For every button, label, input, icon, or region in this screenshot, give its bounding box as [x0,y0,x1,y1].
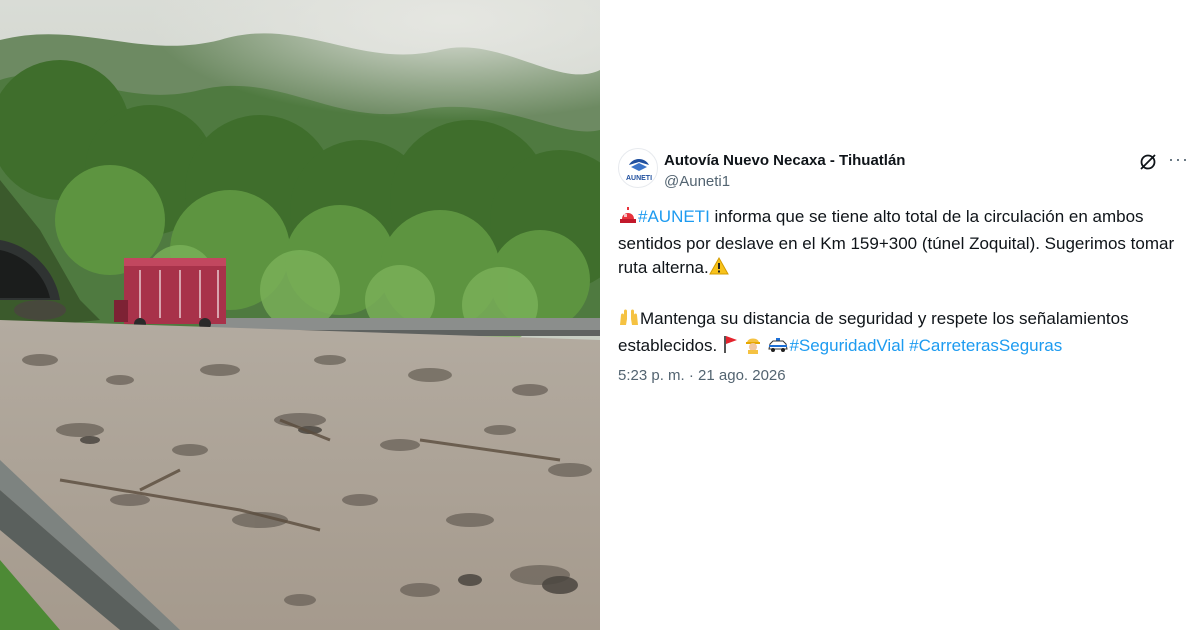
raised-hands-emoji [618,307,640,334]
tweet-paragraph-2: Mantenga su distancia de seguridad y res… [618,307,1178,361]
siren-emoji [618,205,638,232]
more-icon[interactable]: ··· [1168,149,1189,170]
police-car-emoji [767,334,789,361]
hashtag-auneti[interactable]: #AUNETI [638,207,710,226]
hashtag-seguridad-vial[interactable]: #SeguridadVial [789,336,904,355]
tweet-card[interactable]: AUNETI Autovía Nuevo Necaxa - Tihuatlán … [600,0,1200,630]
grok-icon[interactable] [1138,152,1158,172]
tweet-paragraph-1: #AUNETI informa que se tiene alto total … [618,205,1178,283]
avatar[interactable]: AUNETI [618,148,658,188]
handle[interactable]: @Auneti1 [664,173,730,190]
auneti-logo: AUNETI [626,159,652,182]
warning-emoji [708,256,729,283]
tweet-header: AUNETI Autovía Nuevo Necaxa - Tihuatlán … [618,146,1188,196]
tweet-body: #AUNETI informa que se tiene alto total … [618,205,1178,361]
avatar-label: AUNETI [626,175,652,182]
landslide-photo [0,0,600,630]
tweet-timestamp[interactable]: 5:23 p. m. · 21 ago. 2026 [618,367,786,384]
display-name[interactable]: Autovía Nuevo Necaxa - Tihuatlán [664,152,905,169]
truck [114,258,226,330]
red-flag-emoji [722,334,738,361]
tweet-photo[interactable] [0,0,600,630]
hashtag-carreteras-seguras[interactable]: #CarreterasSeguras [909,336,1062,355]
construction-worker-emoji [743,334,763,361]
